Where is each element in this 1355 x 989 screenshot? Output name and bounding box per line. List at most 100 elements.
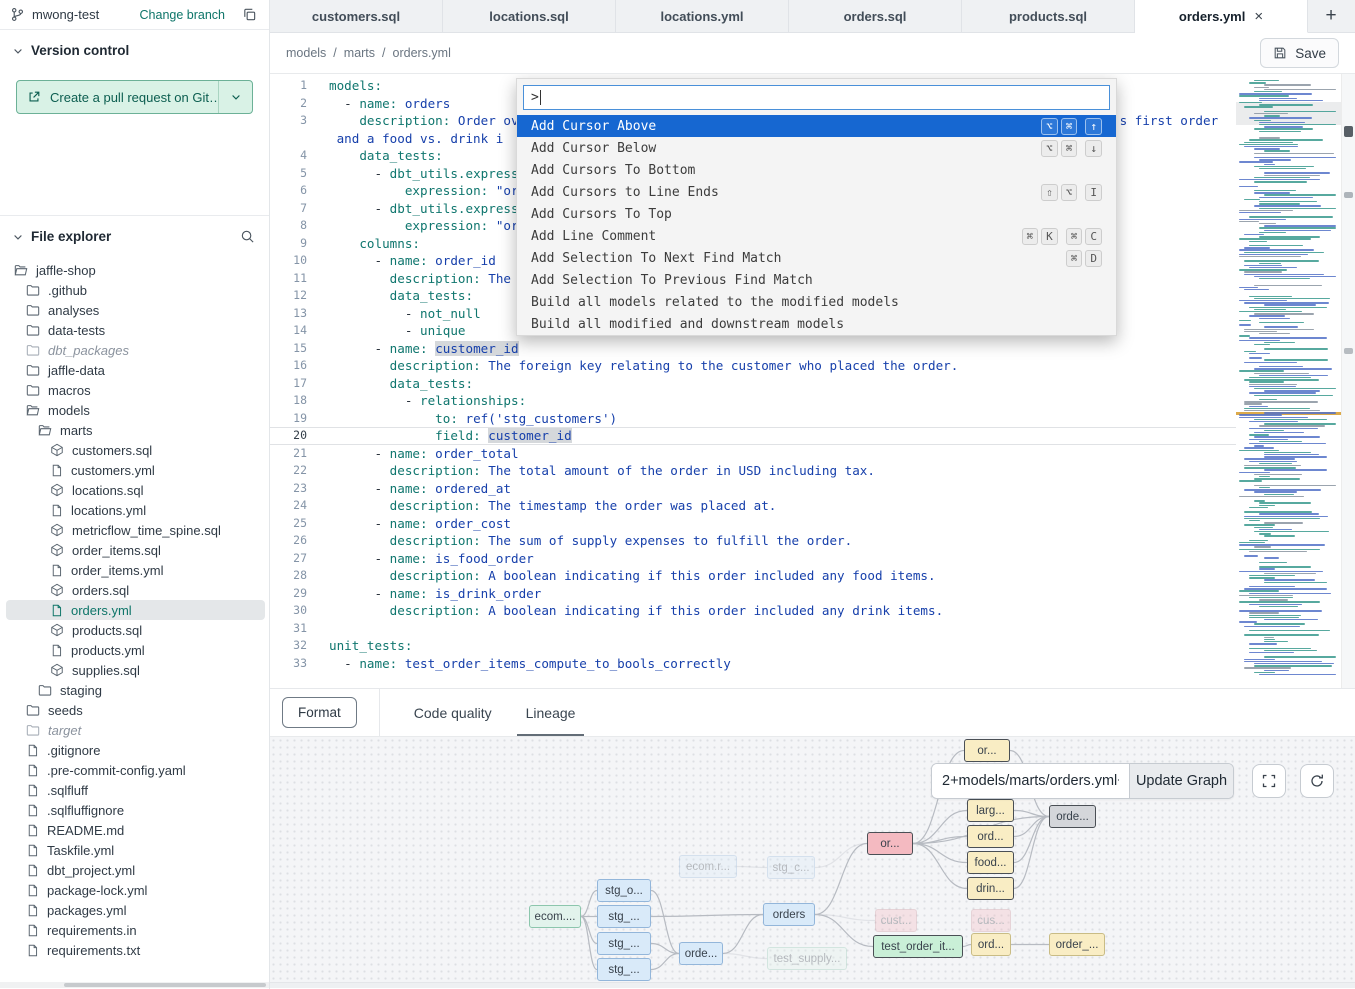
close-icon[interactable]: × bbox=[1254, 8, 1263, 25]
breadcrumb-part[interactable]: orders.yml bbox=[393, 46, 451, 60]
tree-item-.gitignore[interactable]: .gitignore bbox=[6, 740, 265, 760]
tab-orders.yml[interactable]: orders.yml× bbox=[1135, 0, 1308, 33]
command-item[interactable]: Add Cursor Above⌥⌘↑ bbox=[517, 115, 1116, 137]
copy-icon[interactable] bbox=[242, 7, 257, 22]
lineage-node-orde[interactable]: orde... bbox=[679, 942, 723, 965]
tree-item-macros[interactable]: macros bbox=[6, 380, 265, 400]
command-item[interactable]: Add Line Comment⌘K⌘C bbox=[517, 225, 1116, 247]
tab-orders.sql[interactable]: orders.sql bbox=[789, 0, 962, 33]
create-pr-dropdown[interactable] bbox=[219, 81, 252, 113]
command-item[interactable]: Add Selection To Next Find Match⌘D bbox=[517, 247, 1116, 269]
command-item[interactable]: Build all models related to the modified… bbox=[517, 291, 1116, 313]
tree-item-marts[interactable]: marts bbox=[6, 420, 265, 440]
lineage-node-stg_[interactable]: stg_... bbox=[597, 958, 651, 981]
minimap[interactable] bbox=[1236, 74, 1341, 688]
tree-item-staging[interactable]: staging bbox=[6, 680, 265, 700]
lineage-node-test_order_it[interactable]: test_order_it... bbox=[873, 935, 963, 958]
lineage-node-cust[interactable]: cust... bbox=[875, 909, 917, 932]
editor-scrollbar[interactable] bbox=[1341, 74, 1355, 688]
file-explorer-header[interactable]: File explorer bbox=[0, 216, 269, 252]
tab-locations.sql[interactable]: locations.sql bbox=[443, 0, 616, 33]
breadcrumb-part[interactable]: marts bbox=[344, 46, 375, 60]
command-item[interactable]: Add Selection To Previous Find Match bbox=[517, 269, 1116, 291]
tree-item-requirements.in[interactable]: requirements.in bbox=[6, 920, 265, 940]
tree-item-locations.sql[interactable]: locations.sql bbox=[6, 480, 265, 500]
format-button[interactable]: Format bbox=[282, 697, 357, 728]
tree-item-data-tests[interactable]: data-tests bbox=[6, 320, 265, 340]
tree-item-.github[interactable]: .github bbox=[6, 280, 265, 300]
tree-item-order_items.yml[interactable]: order_items.yml bbox=[6, 560, 265, 580]
lineage-node-or[interactable]: or... bbox=[964, 739, 1010, 762]
tree-item-dbt_packages[interactable]: dbt_packages bbox=[6, 340, 265, 360]
create-pr-button-main[interactable]: Create a pull request on Git… bbox=[17, 81, 219, 113]
code-editor[interactable]: 1models:2 - name: orders3 description: O… bbox=[270, 74, 1355, 688]
sidebar-hscrollbar[interactable] bbox=[0, 982, 269, 988]
tree-item-README.md[interactable]: README.md bbox=[6, 820, 265, 840]
version-control-header[interactable]: Version control bbox=[0, 30, 269, 66]
tree-item-order_items.sql[interactable]: order_items.sql bbox=[6, 540, 265, 560]
tree-item-locations.yml[interactable]: locations.yml bbox=[6, 500, 265, 520]
tree-item-products.sql[interactable]: products.sql bbox=[6, 620, 265, 640]
lineage-node-stg_[interactable]: stg_... bbox=[597, 932, 651, 955]
lineage-node-ord[interactable]: ord... bbox=[967, 825, 1014, 848]
tree-item-customers.sql[interactable]: customers.sql bbox=[6, 440, 265, 460]
update-graph-button[interactable]: Update Graph bbox=[1129, 764, 1233, 798]
lineage-node-order_[interactable]: order_... bbox=[1049, 933, 1105, 956]
tree-item-package-lock.yml[interactable]: package-lock.yml bbox=[6, 880, 265, 900]
command-item[interactable]: Add Cursors To Top bbox=[517, 203, 1116, 225]
lineage-node-drin[interactable]: drin... bbox=[967, 877, 1014, 900]
tree-item-customers.yml[interactable]: customers.yml bbox=[6, 460, 265, 480]
tree-item-metricflow_time_spine.sql[interactable]: metricflow_time_spine.sql bbox=[6, 520, 265, 540]
command-item[interactable]: Build all modified and downstream models bbox=[517, 313, 1116, 335]
tree-item-models[interactable]: models bbox=[6, 400, 265, 420]
lineage-node-food[interactable]: food... bbox=[967, 851, 1014, 874]
lineage-node-stg_[interactable]: stg_... bbox=[597, 905, 651, 928]
tree-item-analyses[interactable]: analyses bbox=[6, 300, 265, 320]
lineage-node-ecom[interactable]: ecom.... bbox=[529, 905, 581, 928]
tree-item-jaffle-shop[interactable]: jaffle-shop bbox=[6, 260, 265, 280]
refresh-button[interactable] bbox=[1300, 764, 1334, 798]
new-tab-button[interactable]: + bbox=[1308, 0, 1354, 33]
lineage-node-or[interactable]: or... bbox=[867, 832, 913, 855]
tree-item-.sqlfluffignore[interactable]: .sqlfluffignore bbox=[6, 800, 265, 820]
tree-item-dbt_project.yml[interactable]: dbt_project.yml bbox=[6, 860, 265, 880]
tree-item-.sqlfluff[interactable]: .sqlfluff bbox=[6, 780, 265, 800]
fullscreen-button[interactable] bbox=[1252, 764, 1286, 798]
panel-tab-code-quality[interactable]: Code quality bbox=[414, 689, 492, 737]
command-input[interactable]: > bbox=[523, 85, 1110, 110]
lineage-node-stg_o[interactable]: stg_o... bbox=[597, 879, 651, 902]
lineage-node-ecomr[interactable]: ecom.r... bbox=[679, 855, 737, 878]
tree-item-orders.yml[interactable]: orders.yml bbox=[6, 600, 265, 620]
search-icon[interactable] bbox=[240, 229, 255, 244]
lineage-node-larg[interactable]: larg... bbox=[967, 799, 1014, 822]
lineage-node-orders[interactable]: orders bbox=[763, 903, 815, 926]
lineage-node-test_supply[interactable]: test_supply... bbox=[767, 947, 847, 970]
tree-item-supplies.sql[interactable]: supplies.sql bbox=[6, 660, 265, 680]
lineage-filter-input[interactable] bbox=[932, 764, 1129, 798]
tree-item-packages.yml[interactable]: packages.yml bbox=[6, 900, 265, 920]
tree-item-jaffle-data[interactable]: jaffle-data bbox=[6, 360, 265, 380]
tree-item-orders.sql[interactable]: orders.sql bbox=[6, 580, 265, 600]
lineage-node-ord[interactable]: ord... bbox=[971, 933, 1011, 956]
tree-item-requirements.txt[interactable]: requirements.txt bbox=[6, 940, 265, 960]
breadcrumb-part[interactable]: models bbox=[286, 46, 326, 60]
tree-item-Taskfile.yml[interactable]: Taskfile.yml bbox=[6, 840, 265, 860]
panel-tab-lineage[interactable]: Lineage bbox=[526, 689, 576, 737]
lineage-node-orde[interactable]: orde... bbox=[1049, 805, 1096, 828]
save-button[interactable]: Save bbox=[1260, 38, 1339, 68]
lineage-node-stg_c[interactable]: stg_c... bbox=[767, 856, 815, 879]
tree-item-seeds[interactable]: seeds bbox=[6, 700, 265, 720]
tree-item-products.yml[interactable]: products.yml bbox=[6, 640, 265, 660]
create-pr-button[interactable]: Create a pull request on Git… bbox=[16, 80, 253, 114]
tab-products.sql[interactable]: products.sql bbox=[962, 0, 1135, 33]
tree-item-target[interactable]: target bbox=[6, 720, 265, 740]
lineage-node-cus[interactable]: cus... bbox=[971, 909, 1011, 932]
tab-customers.sql[interactable]: customers.sql bbox=[270, 0, 443, 33]
lineage-hscrollbar[interactable] bbox=[270, 982, 1355, 988]
tree-item-.pre-commit-config.yaml[interactable]: .pre-commit-config.yaml bbox=[6, 760, 265, 780]
command-item[interactable]: Add Cursors to Line Ends⇧⌥I bbox=[517, 181, 1116, 203]
command-item[interactable]: Add Cursors To Bottom bbox=[517, 159, 1116, 181]
tab-locations.yml[interactable]: locations.yml bbox=[616, 0, 789, 33]
change-branch-link[interactable]: Change branch bbox=[140, 8, 225, 22]
command-item[interactable]: Add Cursor Below⌥⌘↓ bbox=[517, 137, 1116, 159]
